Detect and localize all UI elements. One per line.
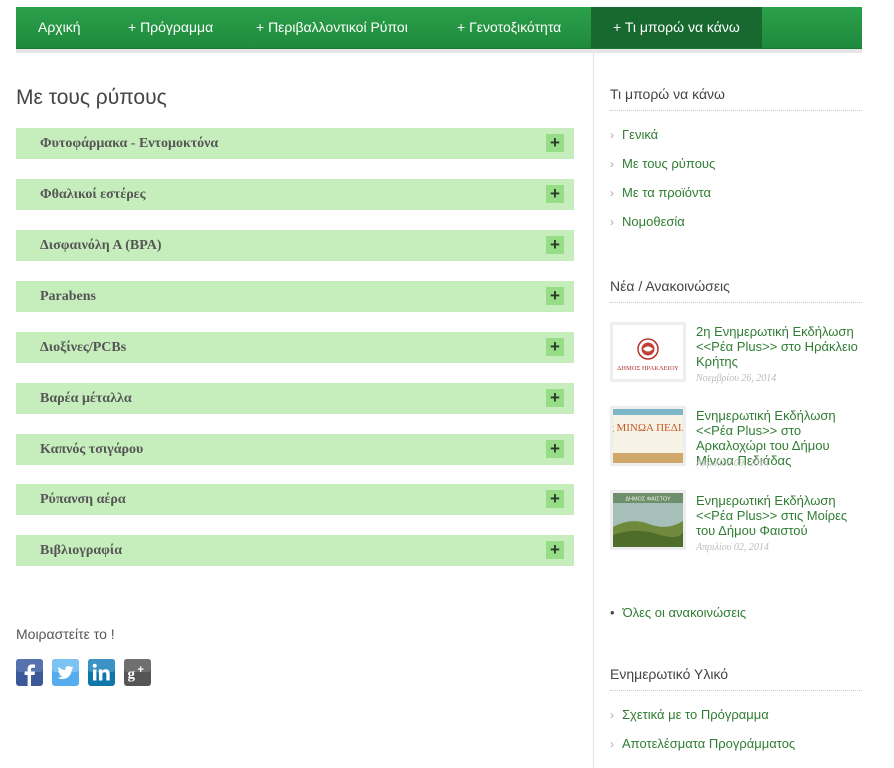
sidebar-link-products[interactable]: › Με τα προϊόντα bbox=[610, 185, 711, 200]
thumb-logo-text: ΔΗΜΟΣ ΗΡΑΚΛΕΙΟΥ bbox=[617, 365, 679, 372]
sidebar-link-label: Σχετικά με το Πρόγραμμα bbox=[622, 707, 769, 722]
sidebar-link-pollutants[interactable]: › Με τους ρύπους bbox=[610, 156, 715, 171]
thumb-logo-text: Δήμος ΜΙΝΩΑ ΠΕΔΙΑΔΑΣ bbox=[613, 422, 683, 434]
accordion-label: Δισφαινόλη Α (BPA) bbox=[40, 238, 162, 253]
chevron-right-icon: › bbox=[610, 128, 614, 142]
accordion-item-bibliography[interactable]: Βιβλιογραφία + bbox=[16, 535, 574, 566]
chevron-right-icon: › bbox=[610, 215, 614, 229]
nav-item-pollutants[interactable]: + Περιβαλλοντικοί Ρύποι bbox=[256, 7, 408, 48]
accordion-label: Καπνός τσιγάρου bbox=[40, 442, 144, 457]
expand-icon[interactable]: + bbox=[546, 440, 564, 458]
accordion-label: Φθαλικοί εστέρες bbox=[40, 187, 146, 202]
accordion-item-phthalates[interactable]: Φθαλικοί εστέρες + bbox=[16, 179, 574, 210]
accordion-label: Parabens bbox=[40, 289, 96, 304]
sidebar-link-general[interactable]: › Γενικά bbox=[610, 127, 658, 142]
nav-item-home[interactable]: Αρχική bbox=[38, 7, 81, 48]
news-thumbnail[interactable]: Δήμος ΜΙΝΩΑ ΠΕΔΙΑΔΑΣ bbox=[610, 406, 686, 466]
sidebar-link-label: Με τους ρύπους bbox=[622, 156, 716, 171]
news-item-title[interactable]: 2η Ενημερωτική Εκδήλωση <<Ρέα Plus>> στο… bbox=[696, 324, 862, 369]
bullet-icon: • bbox=[610, 605, 615, 620]
accordion-item-dioxins[interactable]: Διοξίνες/PCBs + bbox=[16, 332, 574, 363]
all-announcements-link[interactable]: • Όλες οι ανακοινώσεις bbox=[610, 605, 746, 620]
chevron-right-icon: › bbox=[610, 157, 614, 171]
chevron-right-icon: › bbox=[610, 737, 614, 751]
sidebar-link-label: Αποτελέσματα Προγράμματος bbox=[622, 736, 796, 751]
facebook-icon[interactable] bbox=[16, 659, 43, 686]
news-thumbnail[interactable]: ΔΗΜΟΣ ΗΡΑΚΛΕΙΟΥ bbox=[610, 322, 686, 382]
news-item-date: Απριλίου 09, 2014 bbox=[696, 458, 769, 469]
page-title: Με τους ρύπους bbox=[16, 86, 167, 109]
nav-item-program[interactable]: + Πρόγραμμα bbox=[128, 7, 213, 48]
nav-item-what-can-i-do[interactable]: + Τι μπορώ να κάνω bbox=[591, 7, 762, 48]
sidebar-link-label: Γενικά bbox=[622, 127, 659, 142]
sidebar-link-label: Όλες οι ανακοινώσεις bbox=[622, 605, 747, 620]
twitter-icon[interactable] bbox=[52, 659, 79, 686]
sidebar-link-label: Με τα προϊόντα bbox=[622, 185, 711, 200]
expand-icon[interactable]: + bbox=[546, 389, 564, 407]
news-item-title[interactable]: Ενημερωτική Εκδήλωση <<Ρέα Plus>> στις Μ… bbox=[696, 493, 862, 538]
sidebar-heading-what-can-i-do: Τι μπορώ να κάνω bbox=[610, 86, 862, 111]
accordion-item-pesticides[interactable]: Φυτοφάρμακα - Εντομοκτόνα + bbox=[16, 128, 574, 159]
accordion-label: Βαρέα μέταλλα bbox=[40, 391, 132, 406]
accordion-label: Διοξίνες/PCBs bbox=[40, 340, 127, 355]
nav-item-genotoxicity[interactable]: + Γενοτοξικότητα bbox=[457, 7, 561, 48]
news-item-date: Νοεμβρίου 26, 2014 bbox=[696, 373, 777, 384]
linkedin-icon[interactable] bbox=[88, 659, 115, 686]
sidebar-link-legislation[interactable]: › Νομοθεσία bbox=[610, 214, 685, 229]
expand-icon[interactable]: + bbox=[546, 541, 564, 559]
expand-icon[interactable]: + bbox=[546, 287, 564, 305]
accordion-label: Ρύπανση αέρα bbox=[40, 492, 126, 507]
news-item-date: Απριλίου 02, 2014 bbox=[696, 542, 769, 553]
sidebar-link-label: Νομοθεσία bbox=[622, 214, 685, 229]
chevron-right-icon: › bbox=[610, 708, 614, 722]
sidebar-divider bbox=[593, 53, 594, 768]
accordion-label: Φυτοφάρμακα - Εντομοκτόνα bbox=[40, 136, 219, 151]
main-navigation: Αρχική + Πρόγραμμα + Περιβαλλοντικοί Ρύπ… bbox=[16, 7, 862, 49]
nav-shadow bbox=[16, 49, 862, 53]
svg-text:g: g bbox=[128, 667, 136, 683]
sidebar-heading-news: Νέα / Ανακοινώσεις bbox=[610, 278, 862, 303]
accordion-item-air-pollution[interactable]: Ρύπανση αέρα + bbox=[16, 484, 574, 515]
expand-icon[interactable]: + bbox=[546, 134, 564, 152]
sidebar-link-about-program[interactable]: › Σχετικά με το Πρόγραμμα bbox=[610, 707, 769, 722]
share-title: Μοιραστείτε το ! bbox=[16, 626, 115, 642]
svg-text:+: + bbox=[138, 664, 144, 676]
sidebar-heading-info-material: Ενημερωτικό Υλικό bbox=[610, 666, 862, 691]
accordion-label: Βιβλιογραφία bbox=[40, 543, 123, 558]
expand-icon[interactable]: + bbox=[546, 185, 564, 203]
accordion-item-bpa[interactable]: Δισφαινόλη Α (BPA) + bbox=[16, 230, 574, 261]
news-thumbnail[interactable]: ΔΗΜΟΣ ΦΑΙΣΤΟΥ bbox=[610, 490, 686, 550]
sidebar-link-program-results[interactable]: › Αποτελέσματα Προγράμματος bbox=[610, 736, 795, 751]
expand-icon[interactable]: + bbox=[546, 236, 564, 254]
expand-icon[interactable]: + bbox=[546, 490, 564, 508]
accordion-item-parabens[interactable]: Parabens + bbox=[16, 281, 574, 312]
thumb-logo-text: ΔΗΜΟΣ ΦΑΙΣΤΟΥ bbox=[625, 497, 671, 503]
accordion-item-tobacco-smoke[interactable]: Καπνός τσιγάρου + bbox=[16, 434, 574, 465]
google-plus-icon[interactable]: g + bbox=[124, 659, 151, 686]
accordion-item-heavy-metals[interactable]: Βαρέα μέταλλα + bbox=[16, 383, 574, 414]
chevron-right-icon: › bbox=[610, 186, 614, 200]
expand-icon[interactable]: + bbox=[546, 338, 564, 356]
